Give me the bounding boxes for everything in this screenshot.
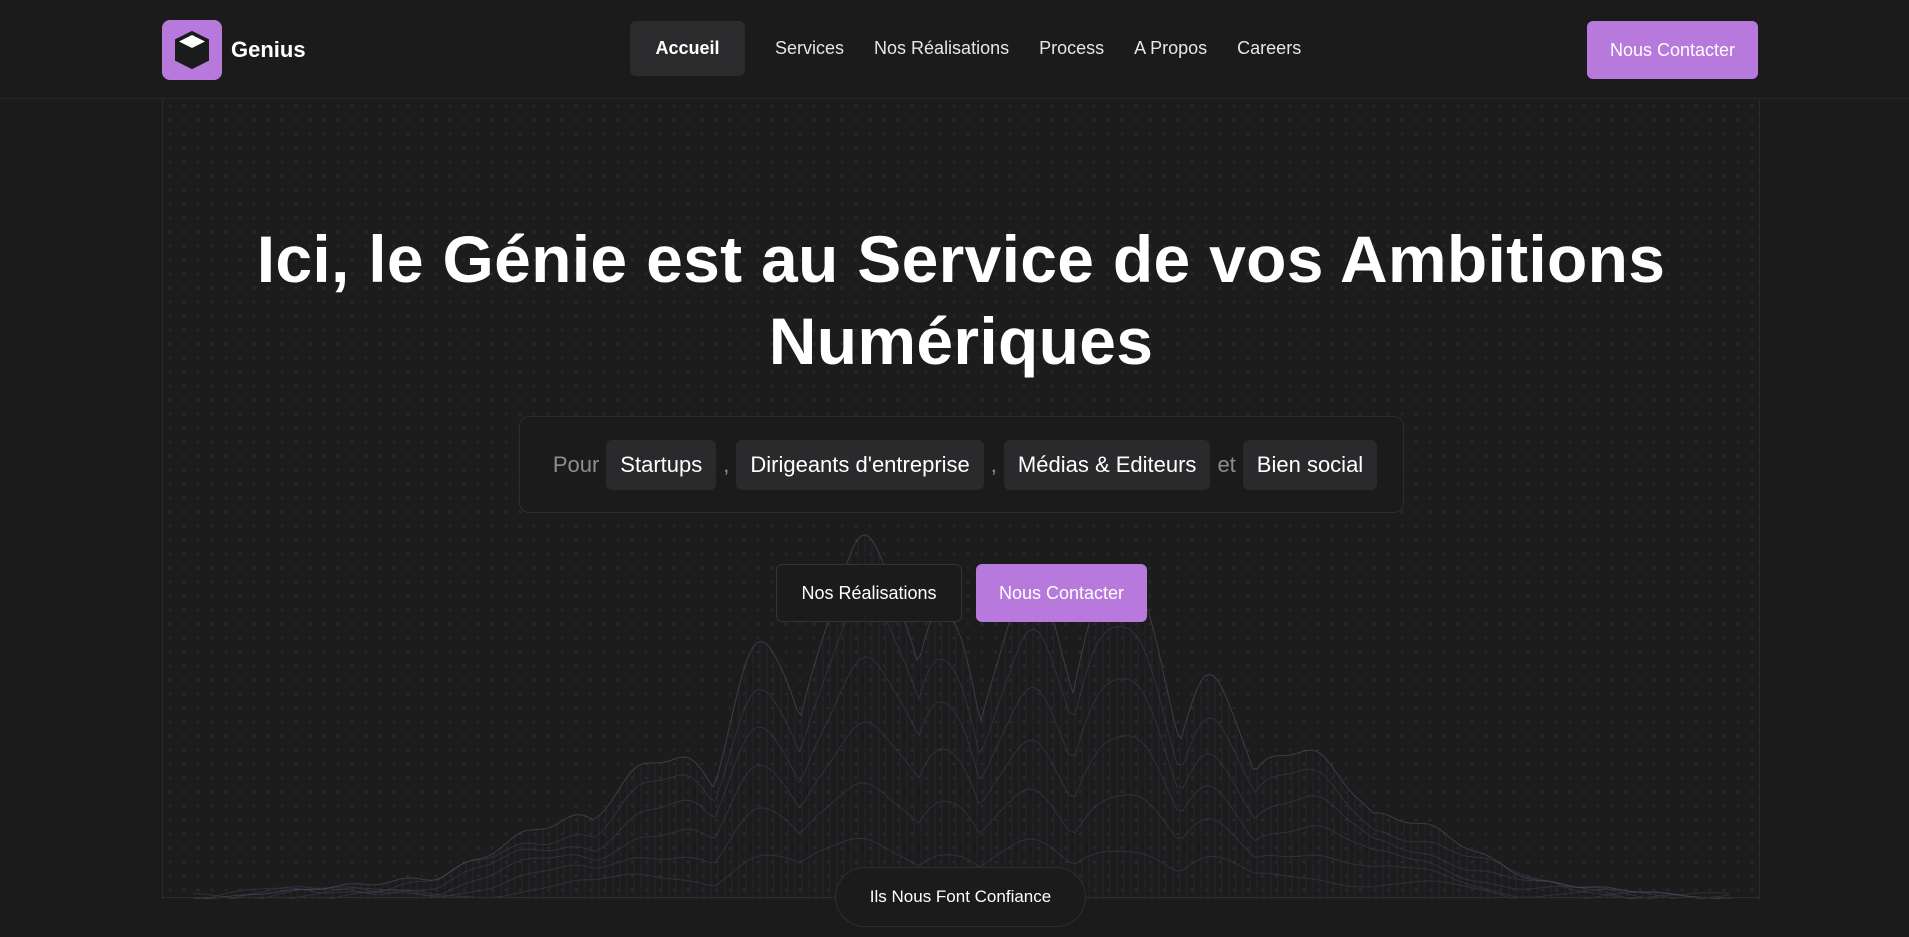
- trust-badge[interactable]: Ils Nous Font Confiance: [835, 867, 1086, 927]
- top-navbar: Genius Accueil Services Nos Réalisations…: [0, 0, 1909, 99]
- nav-item-accueil[interactable]: Accueil: [630, 21, 745, 76]
- audience-chip-bien-social[interactable]: Bien social: [1242, 439, 1378, 490]
- nav-item-realisations[interactable]: Nos Réalisations: [859, 21, 1024, 76]
- brand-name: Genius: [231, 37, 306, 62]
- nav-item-a-propos[interactable]: A Propos: [1119, 21, 1222, 76]
- audience-selector: Pour Startups , Dirigeants d'entreprise …: [519, 416, 1404, 513]
- hero-title: Ici, le Génie est au Service de vos Ambi…: [256, 222, 1666, 378]
- audience-separator: ,: [990, 451, 997, 477]
- nav-item-process[interactable]: Process: [1024, 21, 1119, 76]
- audience-chip-medias[interactable]: Médias & Editeurs: [1003, 439, 1211, 490]
- main-nav: Accueil Services Nos Réalisations Proces…: [630, 21, 1316, 76]
- cube-icon: [162, 20, 222, 80]
- audience-separator: ,: [723, 451, 730, 477]
- header-contact-button[interactable]: Nous Contacter: [1587, 21, 1758, 79]
- audience-chip-startups[interactable]: Startups: [606, 439, 717, 490]
- audience-prefix: Pour: [552, 451, 600, 477]
- realisations-button[interactable]: Nos Réalisations: [776, 564, 962, 622]
- hero-actions: Nos Réalisations Nous Contacter: [776, 564, 1147, 622]
- hero-contact-button[interactable]: Nous Contacter: [976, 564, 1147, 622]
- audience-separator: et: [1217, 451, 1236, 477]
- nav-item-careers[interactable]: Careers: [1222, 21, 1316, 76]
- nav-item-services[interactable]: Services: [760, 21, 859, 76]
- audience-chip-dirigeants[interactable]: Dirigeants d'entreprise: [736, 439, 984, 490]
- brand[interactable]: Genius: [162, 20, 306, 80]
